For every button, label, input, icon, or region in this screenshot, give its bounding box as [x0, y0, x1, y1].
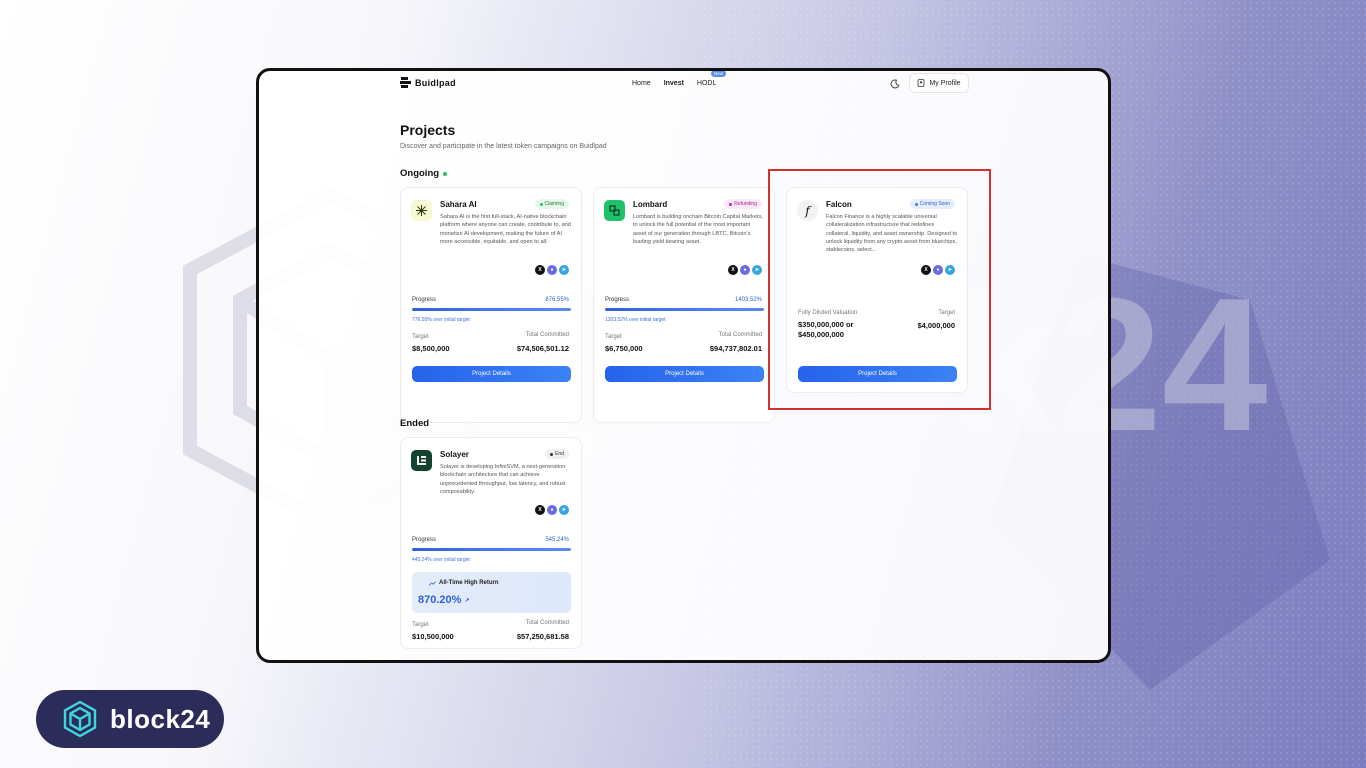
progress-bar	[605, 308, 764, 311]
my-profile-button[interactable]: My Profile	[909, 73, 969, 93]
section-ongoing-label: Ongoing	[400, 168, 440, 179]
status-badge: Claiming	[534, 199, 569, 209]
nav-invest[interactable]: Invest	[664, 80, 684, 87]
progress-label: Progress	[412, 537, 437, 543]
buidlpad-logo-icon	[400, 77, 411, 88]
project-details-button[interactable]: Project Details	[605, 366, 764, 382]
x-icon[interactable]: X	[535, 265, 545, 275]
block24-cube-icon	[63, 700, 97, 738]
status-label: End	[555, 451, 564, 457]
project-description: Lombard is building onchain Bitcoin Capi…	[633, 214, 763, 245]
block24-logo-text: block24	[110, 703, 211, 734]
status-badge: Refunding	[724, 199, 762, 209]
nav-home[interactable]: Home	[632, 80, 651, 87]
social-links: X ● ➤	[728, 265, 762, 275]
progress-label: Progress	[605, 297, 630, 303]
project-details-button[interactable]: Project Details	[412, 366, 571, 382]
buidlpad-logo-text: Buidlpad	[415, 77, 456, 88]
status-label: Refunding	[734, 201, 757, 207]
progress-bar	[412, 548, 571, 551]
committed-value: $94,737,802.01	[709, 344, 762, 353]
project-name: Solayer	[440, 450, 469, 459]
discord-icon[interactable]: ●	[547, 265, 557, 275]
project-card-solayer[interactable]: Solayer End Solayer is developing Infini…	[400, 437, 582, 649]
nav-hodl[interactable]: HODL	[697, 80, 716, 87]
new-badge: New	[711, 71, 727, 77]
ath-label: All-Time High Return	[439, 580, 499, 586]
over-target-text: 445.24% over initial target	[412, 557, 470, 563]
progress-label: Progress	[412, 297, 437, 303]
target-value: $8,500,000	[412, 344, 450, 353]
solayer-logo-icon	[411, 450, 432, 471]
progress-value: 545.24%	[545, 537, 569, 543]
ath-value-row: 870.20% ↗	[418, 594, 469, 606]
x-icon[interactable]: X	[728, 265, 738, 275]
project-card-lombard[interactable]: Lombard Refunding Lombard is building on…	[593, 187, 775, 423]
target-value: $10,500,000	[412, 632, 454, 641]
main-nav: Home Invest HODL	[632, 80, 716, 87]
target-value: $6,750,000	[605, 344, 643, 353]
over-target-text: 776.55% over initial target	[412, 317, 470, 323]
project-description: Sahara AI is the first full-stack, AI-na…	[440, 214, 571, 245]
moon-icon[interactable]	[890, 79, 900, 89]
buidlpad-logo[interactable]: Buidlpad	[400, 77, 456, 88]
target-label: Target	[412, 622, 429, 628]
section-ended-label: Ended	[400, 418, 430, 429]
sahara-logo-icon	[411, 200, 432, 221]
ath-return-box: All-Time High Return 870.20% ↗	[412, 572, 571, 613]
telegram-icon[interactable]: ➤	[559, 265, 569, 275]
block24-brand-badge: block24	[36, 690, 224, 748]
committed-value: $57,250,681.58	[516, 632, 569, 641]
project-description: Solayer is developing InfiniSVM, a next-…	[440, 464, 566, 495]
section-ongoing: Ongoing	[400, 168, 448, 179]
project-name: Lombard	[633, 200, 668, 209]
discord-icon[interactable]: ●	[740, 265, 750, 275]
progress-value: 1403.52%	[734, 297, 762, 303]
social-links: X ● ➤	[535, 265, 569, 275]
discord-icon[interactable]: ●	[547, 505, 557, 515]
status-label: Claiming	[544, 201, 564, 207]
live-dot-icon	[443, 171, 448, 176]
highlight-annotation	[768, 169, 991, 410]
target-label: Target	[605, 334, 622, 340]
project-card-sahara-ai[interactable]: Sahara AI Claiming Sahara AI is the firs…	[400, 187, 582, 423]
ath-value: 870.20%	[418, 594, 462, 606]
over-target-text: 1303.52% over initial target	[605, 317, 666, 323]
target-label: Target	[412, 334, 429, 340]
user-badge-icon	[918, 79, 925, 87]
progress-bar	[412, 308, 571, 311]
arrow-up-right-icon: ↗	[464, 597, 470, 604]
status-badge: End	[545, 449, 569, 459]
committed-label: Total Committed	[525, 620, 569, 626]
project-name: Sahara AI	[440, 200, 477, 209]
page-subtitle: Discover and participate in the latest t…	[400, 143, 607, 150]
trending-up-icon	[429, 580, 436, 586]
lombard-logo-icon	[604, 200, 625, 221]
committed-label: Total Committed	[525, 332, 569, 338]
social-links: X ● ➤	[535, 505, 569, 515]
x-icon[interactable]: X	[535, 505, 545, 515]
telegram-icon[interactable]: ➤	[559, 505, 569, 515]
progress-value: 876.55%	[545, 297, 569, 303]
app-window: Buidlpad Home Invest HODL New My Profile…	[256, 68, 1111, 663]
section-ended: Ended	[400, 418, 429, 429]
committed-value: $74,506,501.12	[516, 344, 569, 353]
ath-title: All-Time High Return	[429, 580, 499, 586]
my-profile-label: My Profile	[929, 79, 961, 87]
committed-label: Total Committed	[718, 332, 762, 338]
telegram-icon[interactable]: ➤	[752, 265, 762, 275]
page-title: Projects	[400, 122, 456, 138]
